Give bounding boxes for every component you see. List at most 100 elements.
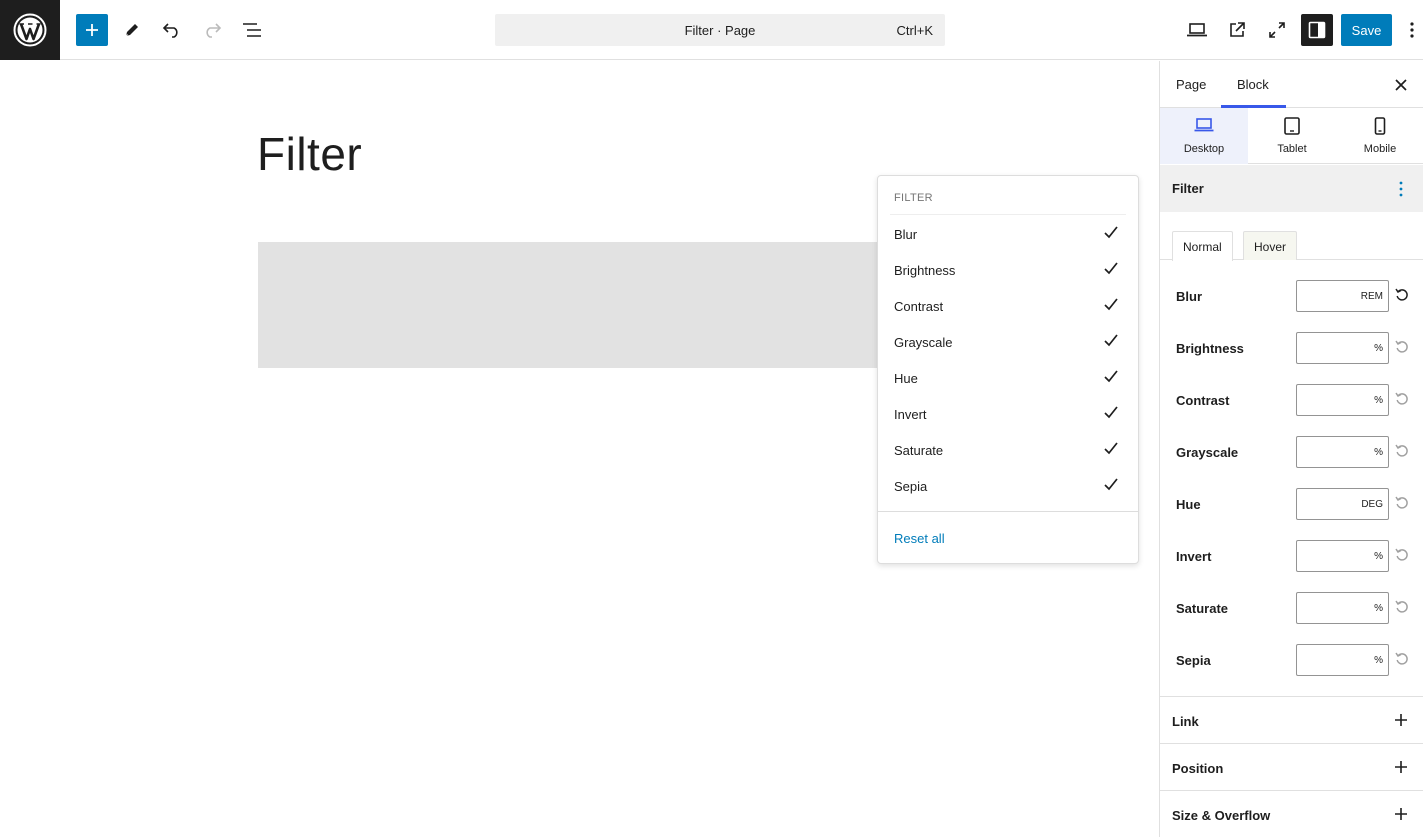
unit-select[interactable]: % bbox=[1374, 655, 1383, 666]
reset-icon[interactable] bbox=[1394, 443, 1410, 459]
view-page-button[interactable] bbox=[1221, 14, 1253, 46]
accordion-position[interactable]: Position bbox=[1160, 743, 1423, 790]
preview-button[interactable] bbox=[1181, 14, 1213, 46]
field-label: Hue bbox=[1176, 497, 1201, 512]
accordion-link[interactable]: Link bbox=[1160, 696, 1423, 743]
device-mobile-button[interactable]: Mobile bbox=[1336, 108, 1423, 164]
unit-select[interactable]: % bbox=[1374, 343, 1383, 354]
filter-row-contrast: Contrast % bbox=[1160, 384, 1423, 416]
wordpress-logo[interactable] bbox=[0, 0, 60, 60]
page-title[interactable]: Filter bbox=[257, 127, 362, 181]
accordion-size-overflow[interactable]: Size & Overflow bbox=[1160, 790, 1423, 837]
menu-item-sepia[interactable]: Sepia bbox=[878, 468, 1138, 504]
close-icon[interactable] bbox=[1391, 75, 1411, 95]
reset-icon[interactable] bbox=[1394, 547, 1410, 563]
saturate-input[interactable] bbox=[1297, 593, 1357, 623]
panel-title: Filter bbox=[1172, 181, 1204, 196]
reset-icon[interactable] bbox=[1394, 599, 1410, 615]
tab-block[interactable]: Block bbox=[1237, 77, 1269, 92]
tablet-icon bbox=[1284, 117, 1300, 135]
tab-page[interactable]: Page bbox=[1176, 77, 1206, 92]
pencil-icon bbox=[125, 24, 138, 37]
plus-icon bbox=[86, 24, 98, 36]
filter-row-brightness: Brightness % bbox=[1160, 332, 1423, 364]
field-label: Grayscale bbox=[1176, 445, 1239, 460]
menu-item-invert[interactable]: Invert bbox=[878, 396, 1138, 432]
mobile-icon bbox=[1374, 117, 1386, 135]
unit-select[interactable]: % bbox=[1374, 447, 1383, 458]
redo-button[interactable] bbox=[196, 14, 228, 46]
selected-block[interactable] bbox=[258, 242, 878, 368]
unit-select[interactable]: % bbox=[1374, 551, 1383, 562]
device-switcher: Desktop Tablet Mobile bbox=[1160, 108, 1423, 164]
tab-hover[interactable]: Hover bbox=[1243, 231, 1298, 260]
check-icon bbox=[1104, 442, 1118, 455]
reset-icon[interactable] bbox=[1394, 287, 1410, 303]
menu-item-brightness[interactable]: Brightness bbox=[878, 252, 1138, 288]
filter-row-invert: Invert % bbox=[1160, 540, 1423, 572]
blur-input[interactable] bbox=[1297, 281, 1357, 311]
hue-field: DEG bbox=[1296, 488, 1389, 520]
invert-field: % bbox=[1296, 540, 1389, 572]
reset-icon[interactable] bbox=[1394, 651, 1410, 667]
desktop-icon bbox=[1194, 118, 1214, 132]
saturate-field: % bbox=[1296, 592, 1389, 624]
device-tablet-button[interactable]: Tablet bbox=[1248, 108, 1336, 164]
tools-button[interactable] bbox=[116, 14, 148, 46]
unit-select[interactable]: % bbox=[1374, 603, 1383, 614]
unit-select[interactable]: % bbox=[1374, 395, 1383, 406]
menu-item-saturate[interactable]: Saturate bbox=[878, 432, 1138, 468]
list-view-icon bbox=[243, 23, 261, 37]
menu-heading: FILTER bbox=[894, 192, 933, 204]
filter-panel-header: Filter bbox=[1160, 165, 1423, 212]
settings-sidebar-toggle[interactable] bbox=[1301, 14, 1333, 46]
options-button[interactable] bbox=[1402, 14, 1422, 46]
accordion-title: Link bbox=[1172, 714, 1199, 729]
sepia-input[interactable] bbox=[1297, 645, 1357, 675]
unit-select[interactable]: REM bbox=[1361, 291, 1383, 302]
menu-item-label: Contrast bbox=[894, 299, 944, 314]
grayscale-input[interactable] bbox=[1297, 437, 1357, 467]
undo-button[interactable] bbox=[156, 14, 188, 46]
field-label: Brightness bbox=[1176, 341, 1244, 356]
save-button[interactable]: Save bbox=[1341, 14, 1392, 46]
reset-all-button[interactable]: Reset all bbox=[894, 531, 945, 546]
check-icon bbox=[1104, 262, 1118, 275]
editor-toolbar: Filter · Page Ctrl+K Save bbox=[0, 0, 1423, 60]
list-view-button[interactable] bbox=[236, 14, 268, 46]
accordion-title: Position bbox=[1172, 761, 1224, 776]
menu-item-label: Grayscale bbox=[894, 335, 953, 350]
menu-item-label: Sepia bbox=[894, 479, 928, 494]
fullscreen-button[interactable] bbox=[1261, 14, 1293, 46]
invert-input[interactable] bbox=[1297, 541, 1357, 571]
plus-icon bbox=[1395, 714, 1407, 726]
menu-item-blur[interactable]: Blur bbox=[878, 216, 1138, 252]
reset-icon[interactable] bbox=[1394, 391, 1410, 407]
brightness-input[interactable] bbox=[1297, 333, 1357, 363]
desktop-view-icon bbox=[1187, 23, 1207, 37]
state-tabs: Normal Hover bbox=[1160, 231, 1423, 261]
reset-icon[interactable] bbox=[1394, 495, 1410, 511]
command-palette-button[interactable]: Filter · Page Ctrl+K bbox=[495, 14, 945, 46]
contrast-input[interactable] bbox=[1297, 385, 1357, 415]
menu-item-hue[interactable]: Hue bbox=[878, 360, 1138, 396]
menu-item-contrast[interactable]: Contrast bbox=[878, 288, 1138, 324]
device-label: Desktop bbox=[1183, 143, 1225, 155]
device-label: Tablet bbox=[1277, 143, 1307, 155]
shortcut-hint: Ctrl+K bbox=[896, 23, 933, 38]
unit-select[interactable]: DEG bbox=[1361, 499, 1383, 510]
check-icon bbox=[1104, 478, 1118, 491]
plus-icon bbox=[1395, 808, 1407, 820]
more-vertical-icon[interactable] bbox=[1396, 179, 1406, 199]
sepia-field: % bbox=[1296, 644, 1389, 676]
filter-options-menu: FILTER Blur Brightness Contrast Grayscal… bbox=[877, 175, 1139, 564]
filter-row-grayscale: Grayscale % bbox=[1160, 436, 1423, 468]
hue-input[interactable] bbox=[1297, 489, 1357, 519]
blur-field: REM bbox=[1296, 280, 1389, 312]
tab-normal[interactable]: Normal bbox=[1172, 231, 1233, 261]
device-label: Mobile bbox=[1363, 143, 1397, 155]
device-desktop-button[interactable]: Desktop bbox=[1160, 108, 1248, 164]
add-block-button[interactable] bbox=[76, 14, 108, 46]
reset-icon[interactable] bbox=[1394, 339, 1410, 355]
menu-item-grayscale[interactable]: Grayscale bbox=[878, 324, 1138, 360]
